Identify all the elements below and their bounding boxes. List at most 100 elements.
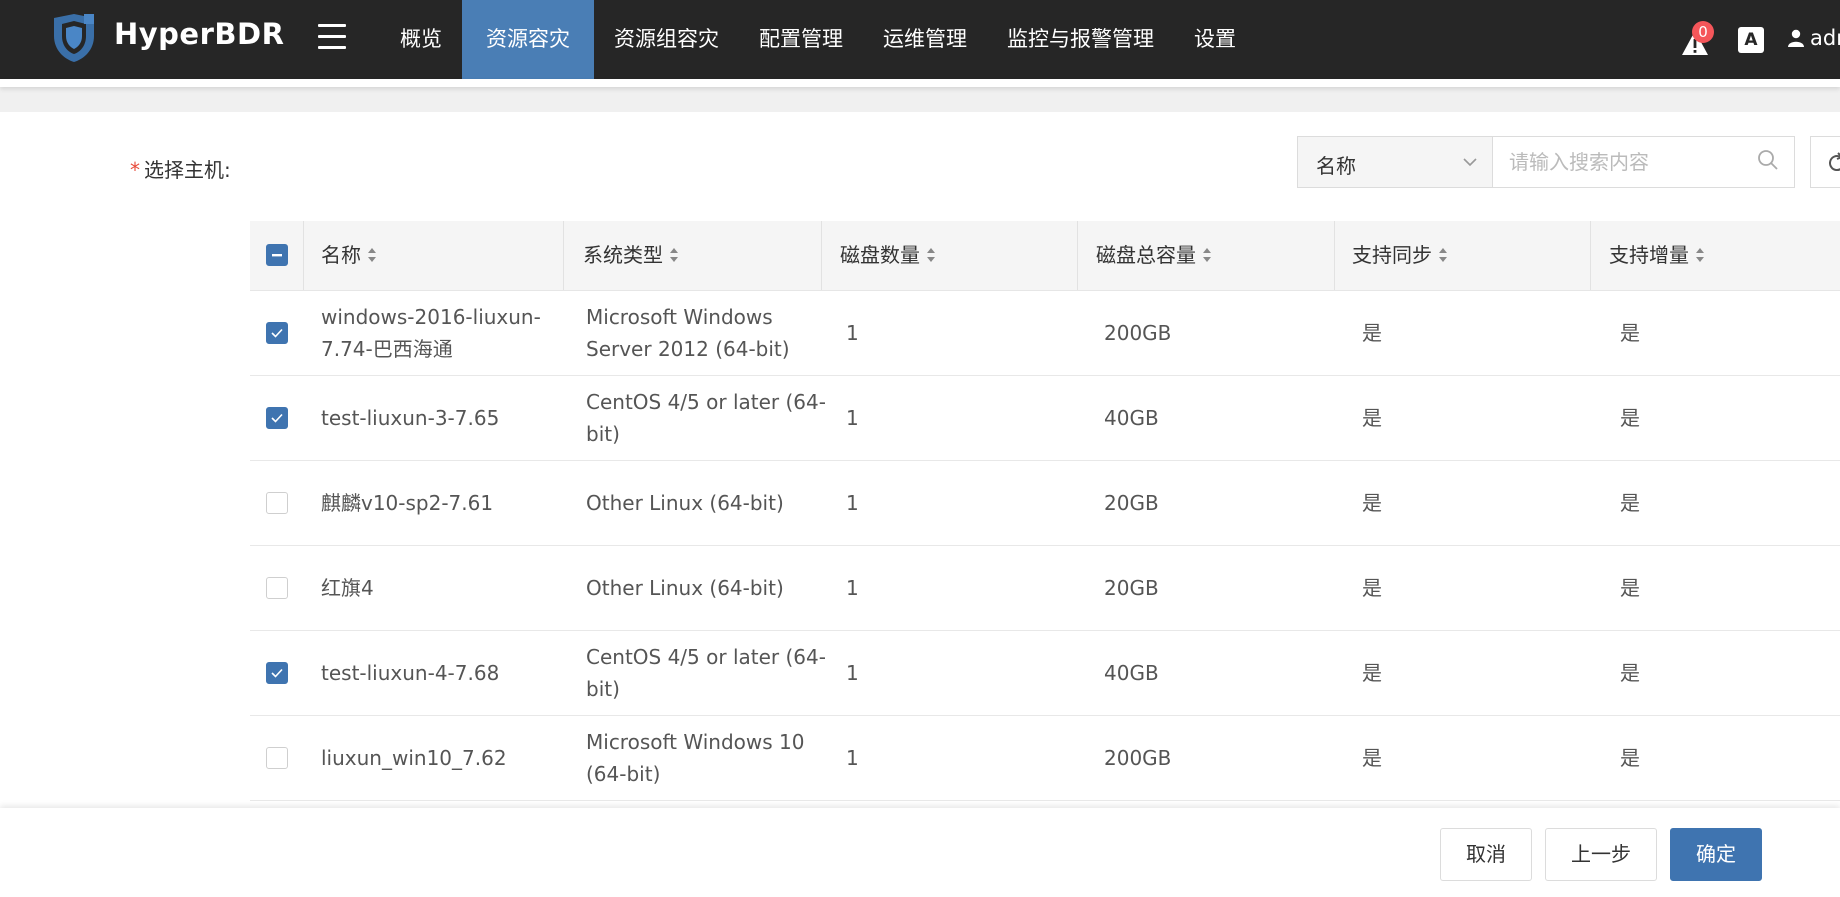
cell-disk-capacity: 40GB xyxy=(1104,661,1159,685)
sort-icon[interactable] xyxy=(1695,246,1705,264)
table-row[interactable]: test-liuxun-3-7.65 CentOS 4/5 or later (… xyxy=(250,376,1840,461)
cell-name-line1: 麒麟v10-sp2-7.61 xyxy=(321,491,494,515)
cell-os-line2: bit) xyxy=(586,422,620,446)
sort-icon[interactable] xyxy=(926,246,936,264)
language-icon-letter: A xyxy=(1744,30,1758,50)
table-row[interactable]: 红旗4 Other Linux (64-bit) 1 20GB 是 是 xyxy=(250,546,1840,631)
row-checkbox[interactable] xyxy=(266,747,288,769)
cell-os-type: Microsoft Windows Server 2012 (64-bit) xyxy=(586,301,790,365)
cell-os-line1: Microsoft Windows xyxy=(586,305,773,329)
sort-icon[interactable] xyxy=(367,246,377,264)
cell-sync-support: 是 xyxy=(1362,406,1382,430)
refresh-button[interactable] xyxy=(1810,136,1840,188)
column-header-label: 支持同步 xyxy=(1352,243,1432,267)
nav-resource-group-dr[interactable]: 资源组容灾 xyxy=(594,0,739,79)
menu-icon[interactable] xyxy=(318,24,346,52)
indeterminate-icon xyxy=(272,254,282,257)
cell-os-line1: Other Linux (64-bit) xyxy=(586,576,784,600)
table-row[interactable]: windows-2016-liuxun- 7.74-巴西海通 Microsoft… xyxy=(250,291,1840,376)
cell-name: test-liuxun-3-7.65 xyxy=(321,402,499,434)
cell-incremental-support: 是 xyxy=(1620,746,1640,770)
check-icon xyxy=(271,413,283,423)
search-field-select[interactable]: 名称 xyxy=(1297,136,1493,188)
column-header-disk-count[interactable]: 磁盘数量 xyxy=(840,221,936,290)
column-header-sync-support[interactable]: 支持同步 xyxy=(1352,221,1448,290)
nav-settings[interactable]: 设置 xyxy=(1174,0,1256,79)
column-header-label: 磁盘数量 xyxy=(840,243,920,267)
cell-sync-support: 是 xyxy=(1362,746,1382,770)
search-icon[interactable] xyxy=(1756,148,1780,172)
column-divider xyxy=(303,221,304,290)
previous-section-strip xyxy=(0,79,1840,87)
cell-name: test-liuxun-4-7.68 xyxy=(321,657,499,689)
user-menu[interactable]: admin xyxy=(1788,26,1840,50)
select-host-label: * 选择主机: xyxy=(130,154,231,183)
cell-name: 麒麟v10-sp2-7.61 xyxy=(321,487,493,519)
select-all-checkbox[interactable] xyxy=(266,244,288,266)
nav-ops-management[interactable]: 运维管理 xyxy=(863,0,987,79)
column-divider xyxy=(1590,221,1591,290)
row-checkbox[interactable] xyxy=(266,662,288,684)
cell-os-line1: CentOS 4/5 or later (64- xyxy=(586,390,826,414)
language-icon[interactable]: A xyxy=(1738,27,1764,53)
table-row[interactable]: liuxun_win10_7.62 Microsoft Windows 10 (… xyxy=(250,716,1840,801)
cell-name-line1: test-liuxun-4-7.68 xyxy=(321,661,500,685)
brand-name: HyperBDR xyxy=(114,17,285,51)
cell-incremental-support: 是 xyxy=(1620,661,1640,685)
cell-os-type: Other Linux (64-bit) xyxy=(586,572,784,604)
cell-os-type: CentOS 4/5 or later (64- bit) xyxy=(586,641,826,705)
column-header-disk-capacity[interactable]: 磁盘总容量 xyxy=(1096,221,1212,290)
table-row[interactable]: 麒麟v10-sp2-7.61 Other Linux (64-bit) 1 20… xyxy=(250,461,1840,546)
cell-disk-capacity: 40GB xyxy=(1104,406,1159,430)
check-icon xyxy=(271,328,283,338)
select-host-text: 选择主机: xyxy=(144,158,231,182)
cell-disk-count: 1 xyxy=(846,746,859,770)
column-divider xyxy=(821,221,822,290)
nav-config-management[interactable]: 配置管理 xyxy=(739,0,863,79)
refresh-icon xyxy=(1829,152,1840,172)
user-icon xyxy=(1788,29,1804,47)
column-header-name[interactable]: 名称 xyxy=(321,221,377,290)
sort-icon[interactable] xyxy=(1202,246,1212,264)
cell-name: windows-2016-liuxun- 7.74-巴西海通 xyxy=(321,301,541,365)
column-header-label: 系统类型 xyxy=(583,243,663,267)
cell-name-line1: 红旗4 xyxy=(321,576,374,600)
table-row[interactable]: test-liuxun-4-7.68 CentOS 4/5 or later (… xyxy=(250,631,1840,716)
cell-os-type: CentOS 4/5 or later (64- bit) xyxy=(586,386,826,450)
confirm-button[interactable]: 确定 xyxy=(1670,828,1762,881)
nav-monitoring-alerts[interactable]: 监控与报警管理 xyxy=(987,0,1174,79)
row-checkbox[interactable] xyxy=(266,492,288,514)
cell-name-line1: windows-2016-liuxun- xyxy=(321,305,541,329)
nav-overview[interactable]: 概览 xyxy=(380,0,462,79)
nav-resource-dr[interactable]: 资源容灾 xyxy=(462,0,594,79)
alert-count-badge: 0 xyxy=(1692,21,1714,43)
table-header: 名称 系统类型 磁盘数量 磁盘总容量 支持同步 支持增量 xyxy=(250,221,1840,291)
row-checkbox[interactable] xyxy=(266,407,288,429)
row-checkbox[interactable] xyxy=(266,322,288,344)
column-divider xyxy=(1334,221,1335,290)
cancel-button[interactable]: 取消 xyxy=(1440,828,1532,881)
column-header-incremental-support[interactable]: 支持增量 xyxy=(1609,221,1705,290)
shield-logo-icon xyxy=(54,14,94,62)
top-navbar: HyperBDR 概览 资源容灾 资源组容灾 配置管理 运维管理 监控与报警管理… xyxy=(0,0,1840,79)
cell-sync-support: 是 xyxy=(1362,491,1382,515)
previous-step-button[interactable]: 上一步 xyxy=(1545,828,1657,881)
column-header-os-type[interactable]: 系统类型 xyxy=(583,221,679,290)
sort-icon[interactable] xyxy=(1438,246,1448,264)
cell-incremental-support: 是 xyxy=(1620,406,1640,430)
cell-name-line1: test-liuxun-3-7.65 xyxy=(321,406,500,430)
cell-os-line1: CentOS 4/5 or later (64- xyxy=(586,645,826,669)
cell-os-line2: (64-bit) xyxy=(586,762,661,786)
cell-os-line2: Server 2012 (64-bit) xyxy=(586,337,790,361)
cell-os-line1: Other Linux (64-bit) xyxy=(586,491,784,515)
sort-icon[interactable] xyxy=(669,246,679,264)
search-input[interactable] xyxy=(1493,136,1795,188)
row-checkbox[interactable] xyxy=(266,577,288,599)
chevron-down-icon xyxy=(1463,158,1477,167)
cell-disk-count: 1 xyxy=(846,406,859,430)
search-field-value: 名称 xyxy=(1316,154,1356,178)
column-header-label: 磁盘总容量 xyxy=(1096,243,1196,267)
cell-incremental-support: 是 xyxy=(1620,491,1640,515)
cell-disk-count: 1 xyxy=(846,491,859,515)
cell-disk-count: 1 xyxy=(846,661,859,685)
